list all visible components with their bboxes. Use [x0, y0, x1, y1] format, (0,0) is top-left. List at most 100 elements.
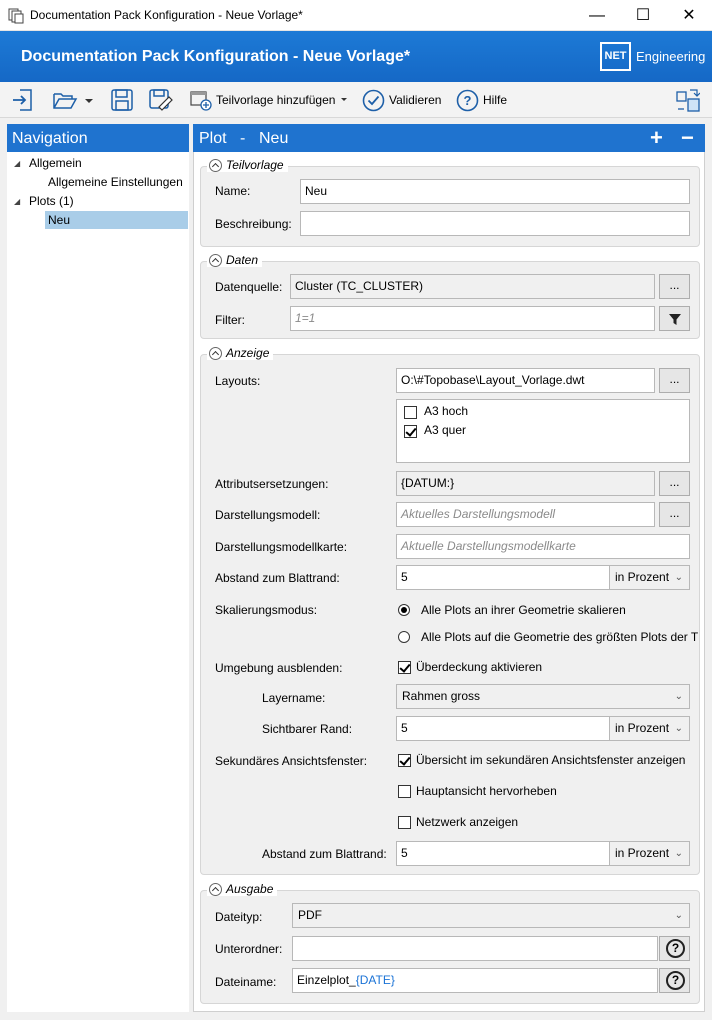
- tree-item-neu[interactable]: Neu: [45, 211, 188, 229]
- display-model-map-label: Darstellungsmodellkarte:: [215, 540, 348, 554]
- file-type-select[interactable]: PDF ⌄: [292, 903, 690, 928]
- chevron-down-icon: ⌄: [674, 691, 683, 702]
- teilvorlage-group: Teilvorlage Name: Neu Beschreibung:: [200, 158, 700, 247]
- maximize-button[interactable]: ☐: [620, 0, 666, 31]
- layout-item-checkbox[interactable]: [404, 406, 417, 419]
- layer-name-select[interactable]: Rahmen gross ⌄: [396, 684, 690, 709]
- collapse-icon[interactable]: [209, 882, 222, 896]
- overlay-checkbox[interactable]: [398, 661, 411, 674]
- help-icon: ?: [456, 89, 479, 111]
- visible-border-unit-value: in Prozent: [615, 721, 670, 735]
- validate-button[interactable]: Validieren: [362, 88, 441, 112]
- layouts-browse-button[interactable]: ...: [659, 368, 690, 393]
- close-button[interactable]: ✕: [666, 0, 712, 31]
- svg-text:?: ?: [464, 93, 472, 108]
- scale-mode-option-1[interactable]: Alle Plots an ihrer Geometrie skalieren: [421, 603, 626, 617]
- anzeige-group: Anzeige Layouts: O:\#Topobase\Layout_Vor…: [200, 346, 701, 875]
- save-as-button[interactable]: [148, 88, 174, 112]
- layouts-input[interactable]: O:\#Topobase\Layout_Vorlage.dwt: [396, 368, 655, 393]
- layouts-listbox: A3 hoch A3 quer: [396, 399, 690, 463]
- daten-group: Daten Datenquelle: Cluster (TC_CLUSTER) …: [200, 253, 700, 339]
- scale-mode-option-2[interactable]: Alle Plots auf die Geometrie des größten…: [421, 630, 701, 644]
- subfolder-label: Unterordner:: [215, 942, 283, 956]
- layout-toggle-button[interactable]: [676, 88, 700, 112]
- subfolder-input[interactable]: [292, 936, 658, 961]
- add-icon[interactable]: +: [650, 125, 663, 151]
- tree-item-plots[interactable]: Plots (1): [29, 192, 74, 210]
- visible-border-unit-select[interactable]: in Prozent ⌄: [609, 716, 690, 741]
- anzeige-header[interactable]: Anzeige: [207, 346, 274, 360]
- header-item-name: Neu: [259, 130, 289, 147]
- filename-token: {DATE}: [355, 973, 395, 987]
- name-input[interactable]: Neu: [300, 179, 690, 204]
- attributes-field[interactable]: {DATUM:}: [396, 471, 655, 496]
- display-model-placeholder: Aktuelles Darstellungsmodell: [401, 507, 556, 521]
- toolbar: Teilvorlage hinzufügen Validieren ? Hilf…: [0, 82, 712, 118]
- header-separator: -: [240, 130, 246, 147]
- filter-input[interactable]: 1=1: [290, 306, 655, 331]
- teilvorlage-header[interactable]: Teilvorlage: [207, 158, 288, 172]
- tree-expand-icon[interactable]: ◢: [14, 197, 20, 206]
- filename-input[interactable]: Einzelplot_{DATE}: [292, 968, 658, 993]
- show-network-checkbox[interactable]: [398, 816, 411, 829]
- tree-expand-icon[interactable]: ◢: [14, 159, 20, 168]
- banner-title: Documentation Pack Konfiguration - Neue …: [21, 48, 411, 65]
- filename-help-button[interactable]: ?: [659, 968, 690, 993]
- remove-icon[interactable]: −: [681, 125, 694, 151]
- display-model-browse-button[interactable]: ...: [659, 502, 690, 527]
- layout-item-checkbox[interactable]: [404, 425, 417, 438]
- scale-mode-radio-1[interactable]: [398, 604, 410, 616]
- dropdown-arrow-icon[interactable]: [84, 88, 94, 112]
- add-template-icon: [190, 91, 212, 111]
- margin2-input[interactable]: 5: [396, 841, 610, 866]
- attributes-browse-button[interactable]: ...: [659, 471, 690, 496]
- display-model-map-placeholder: Aktuelle Darstellungsmodellkarte: [401, 539, 576, 553]
- layer-name-value: Rahmen gross: [402, 689, 481, 703]
- ausgabe-header[interactable]: Ausgabe: [207, 882, 278, 896]
- logo-box: NET: [600, 42, 631, 71]
- scale-mode-radio-2[interactable]: [398, 631, 410, 643]
- margin2-unit-value: in Prozent: [615, 846, 670, 860]
- filter-button[interactable]: [659, 306, 690, 331]
- overview-checkbox-label[interactable]: Übersicht im sekundären Ansichtsfenster …: [416, 753, 685, 767]
- app-icon: [8, 8, 24, 24]
- chevron-down-icon: ⌄: [674, 572, 683, 583]
- margin-input[interactable]: 5: [396, 565, 610, 590]
- description-input[interactable]: [300, 211, 690, 236]
- collapse-icon[interactable]: [209, 253, 222, 267]
- visible-border-input[interactable]: 5: [396, 716, 610, 741]
- tree-item-allgemeine-einstellungen[interactable]: Allgemeine Einstellungen: [48, 173, 183, 191]
- overview-checkbox[interactable]: [398, 754, 411, 767]
- teilvorlage-title: Teilvorlage: [226, 158, 284, 172]
- help-button[interactable]: ? Hilfe: [456, 88, 507, 112]
- display-model-input[interactable]: Aktuelles Darstellungsmodell: [396, 502, 655, 527]
- collapse-icon[interactable]: [209, 346, 222, 360]
- panel-switch-icon: [676, 89, 700, 112]
- chevron-down-icon: ⌄: [674, 723, 683, 734]
- subfolder-help-button[interactable]: ?: [659, 936, 690, 961]
- overlay-checkbox-label[interactable]: Überdeckung aktivieren: [416, 660, 542, 674]
- help-icon: ?: [666, 939, 685, 958]
- save-button[interactable]: [110, 88, 134, 112]
- ausgabe-group: Ausgabe Dateityp: PDF ⌄ Unterordner: ? Da…: [200, 882, 700, 1004]
- highlight-main-view-label[interactable]: Hauptansicht hervorheben: [416, 784, 557, 798]
- datasource-browse-button[interactable]: ...: [659, 274, 690, 299]
- minimize-button[interactable]: —: [574, 0, 620, 31]
- display-model-map-input[interactable]: Aktuelle Darstellungsmodellkarte: [396, 534, 690, 559]
- show-network-label[interactable]: Netzwerk anzeigen: [416, 815, 518, 829]
- highlight-main-view-checkbox[interactable]: [398, 785, 411, 798]
- layouts-label: Layouts:: [215, 374, 261, 388]
- add-subtemplate-button[interactable]: Teilvorlage hinzufügen: [190, 88, 349, 112]
- datasource-field[interactable]: Cluster (TC_CLUSTER): [290, 274, 655, 299]
- collapse-icon[interactable]: [209, 158, 222, 172]
- margin-unit-select[interactable]: in Prozent ⌄: [609, 565, 690, 590]
- daten-title: Daten: [226, 253, 259, 267]
- new-button[interactable]: [11, 88, 35, 112]
- tree-item-allgemein[interactable]: Allgemein: [29, 154, 82, 172]
- margin2-unit-select[interactable]: in Prozent ⌄: [609, 841, 690, 866]
- daten-header[interactable]: Daten: [207, 253, 263, 267]
- open-button[interactable]: [52, 88, 94, 112]
- save-as-icon: [149, 89, 173, 111]
- description-label: Beschreibung:: [215, 217, 292, 231]
- filename-prefix: Einzelplot_: [297, 973, 356, 987]
